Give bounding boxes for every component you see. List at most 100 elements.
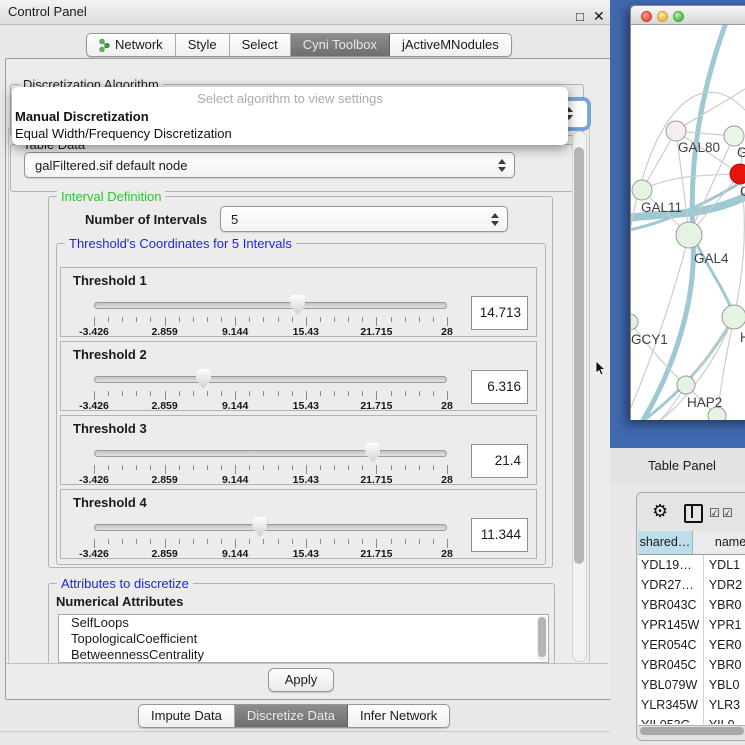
network-node[interactable] (676, 222, 702, 248)
list-item-selfloops[interactable]: SelfLoops (59, 615, 548, 631)
tab-network[interactable]: Network (87, 34, 176, 56)
algorithm-option-equal-width-frequency-discretization[interactable]: Equal Width/Frequency Discretization (15, 126, 565, 142)
cell-shared-name[interactable]: YBR045C (638, 655, 704, 675)
threshold-value-field[interactable]: 6.316 (471, 370, 528, 404)
network-node[interactable] (666, 121, 686, 141)
cell-name[interactable]: YLR3 (704, 695, 745, 715)
close-icon[interactable]: ✕ (593, 4, 605, 28)
slider-tick (235, 465, 236, 474)
network-window-titlebar[interactable] (630, 5, 745, 25)
cell-shared-name[interactable]: YDL19… (638, 555, 704, 575)
network-canvas[interactable]: GAL80GACGAL11GAL4HGCY1HAP2 (630, 25, 745, 420)
cell-name[interactable]: YPR1 (704, 615, 745, 635)
slider-tick (193, 317, 194, 322)
slider-thumb[interactable] (290, 295, 305, 315)
slider-thumb[interactable] (196, 369, 211, 389)
apply-button[interactable]: Apply (268, 668, 334, 692)
tab-jactivemnodules[interactable]: jActiveMNodules (390, 34, 511, 56)
numerical-attributes-list[interactable]: SelfLoopsTopologicalCoefficientBetweenne… (58, 614, 549, 663)
slider-tick-label: 28 (421, 474, 473, 486)
cell-shared-name[interactable]: YPR145W (638, 615, 704, 635)
cell-name[interactable]: YBL0 (704, 675, 745, 695)
cell-shared-name[interactable]: YDR27… (638, 575, 704, 595)
slider-tick (207, 539, 208, 544)
slider-track[interactable] (94, 524, 447, 531)
network-node[interactable] (722, 305, 745, 329)
slider-track[interactable] (94, 302, 447, 309)
slider-tick (334, 539, 335, 544)
slider-track[interactable] (94, 376, 447, 383)
zoom-traffic-light-icon[interactable] (673, 11, 684, 22)
tab-impute-data[interactable]: Impute Data (139, 705, 235, 727)
cell-name[interactable]: YDL1 (704, 555, 745, 575)
network-node[interactable] (631, 314, 638, 330)
threshold-value-field[interactable]: 21.4 (471, 444, 528, 478)
float-window-icon[interactable]: □ (576, 5, 584, 29)
cell-name[interactable]: YIL0 (704, 715, 745, 724)
table-row[interactable]: YPR145WYPR1 (638, 615, 745, 635)
cell-name[interactable]: YBR0 (704, 655, 745, 675)
algorithm-option-manual-discretization[interactable]: Manual Discretization (15, 109, 565, 125)
horizontal-scrollbar-thumb[interactable] (640, 727, 744, 735)
checkbox-icon[interactable]: ☑ (722, 506, 733, 520)
cell-shared-name[interactable]: YIL053C (638, 715, 704, 724)
network-node[interactable] (677, 376, 695, 394)
tab-infer-network[interactable]: Infer Network (348, 705, 449, 727)
slider-track[interactable] (94, 450, 447, 457)
number-of-intervals-combobox[interactable]: 5 (220, 206, 508, 232)
slider-tick (348, 317, 349, 322)
network-icon (99, 39, 110, 52)
slider-tick (334, 317, 335, 322)
table-row[interactable]: YIL053CYIL0 (638, 715, 745, 724)
cell-name[interactable]: YBR0 (704, 595, 745, 615)
slider-tick (433, 539, 434, 544)
cell-shared-name[interactable]: YLR345W (638, 695, 704, 715)
table-row[interactable]: YLR345WYLR3 (638, 695, 745, 715)
column-header-name[interactable]: name (693, 531, 745, 555)
slider-tick (193, 539, 194, 544)
network-node[interactable] (724, 126, 744, 146)
slider-tick (235, 391, 236, 400)
list-item-betweennesscentrality[interactable]: BetweennessCentrality (59, 647, 548, 663)
column-header-shared-name[interactable]: shared… (638, 531, 693, 555)
cell-shared-name[interactable]: YBL079W (638, 675, 704, 695)
checkbox-icon[interactable]: ☑ (709, 506, 720, 520)
slider-tick (193, 465, 194, 470)
slider-tick (278, 391, 279, 396)
threshold-value-field[interactable]: 14.713 (471, 296, 528, 330)
tab-style[interactable]: Style (176, 34, 230, 56)
table-row[interactable]: YBL079WYBL0 (638, 675, 745, 695)
cell-shared-name[interactable]: YBR043C (638, 595, 704, 615)
table-row[interactable]: YER054CYER0 (638, 635, 745, 655)
cell-name[interactable]: YDR2 (704, 575, 745, 595)
threshold-value-field[interactable]: 11.344 (471, 518, 528, 552)
tab-cyni-toolbox[interactable]: Cyni Toolbox (291, 34, 390, 56)
slider-tick (108, 391, 109, 396)
minimize-traffic-light-icon[interactable] (657, 11, 668, 22)
cell-shared-name[interactable]: YER054C (638, 635, 704, 655)
cell-name[interactable]: YER0 (704, 635, 745, 655)
vertical-scrollbar-thumb[interactable] (574, 147, 584, 564)
list-scrollbar-thumb[interactable] (538, 617, 546, 657)
table-row[interactable]: YBR045CYBR0 (638, 655, 745, 675)
table-row[interactable]: YBR043CYBR0 (638, 595, 745, 615)
slider-tick (122, 465, 123, 470)
tab-select[interactable]: Select (230, 34, 291, 56)
list-item-topologicalcoefficient[interactable]: TopologicalCoefficient (59, 631, 548, 647)
tab-discretize-data[interactable]: Discretize Data (235, 705, 348, 727)
node-label-ga: GA (737, 145, 745, 160)
close-traffic-light-icon[interactable] (641, 11, 652, 22)
split-columns-icon[interactable] (684, 504, 703, 523)
slider-tick (362, 391, 363, 396)
gear-icon[interactable]: ⚙ (652, 501, 668, 521)
network-node[interactable] (632, 180, 652, 200)
slider-thumb[interactable] (252, 517, 267, 537)
table-row[interactable]: YDL19…YDL1 (638, 555, 745, 575)
table-panel-titlebar: Table Panel (610, 448, 745, 484)
slider-thumb[interactable] (365, 443, 380, 463)
table-row[interactable]: YDR27…YDR2 (638, 575, 745, 595)
network-graph[interactable]: GAL80GACGAL11GAL4HGCY1HAP2 (631, 25, 745, 420)
network-node[interactable] (730, 164, 745, 184)
slider-tick (179, 539, 180, 544)
slider-tick (419, 539, 420, 544)
